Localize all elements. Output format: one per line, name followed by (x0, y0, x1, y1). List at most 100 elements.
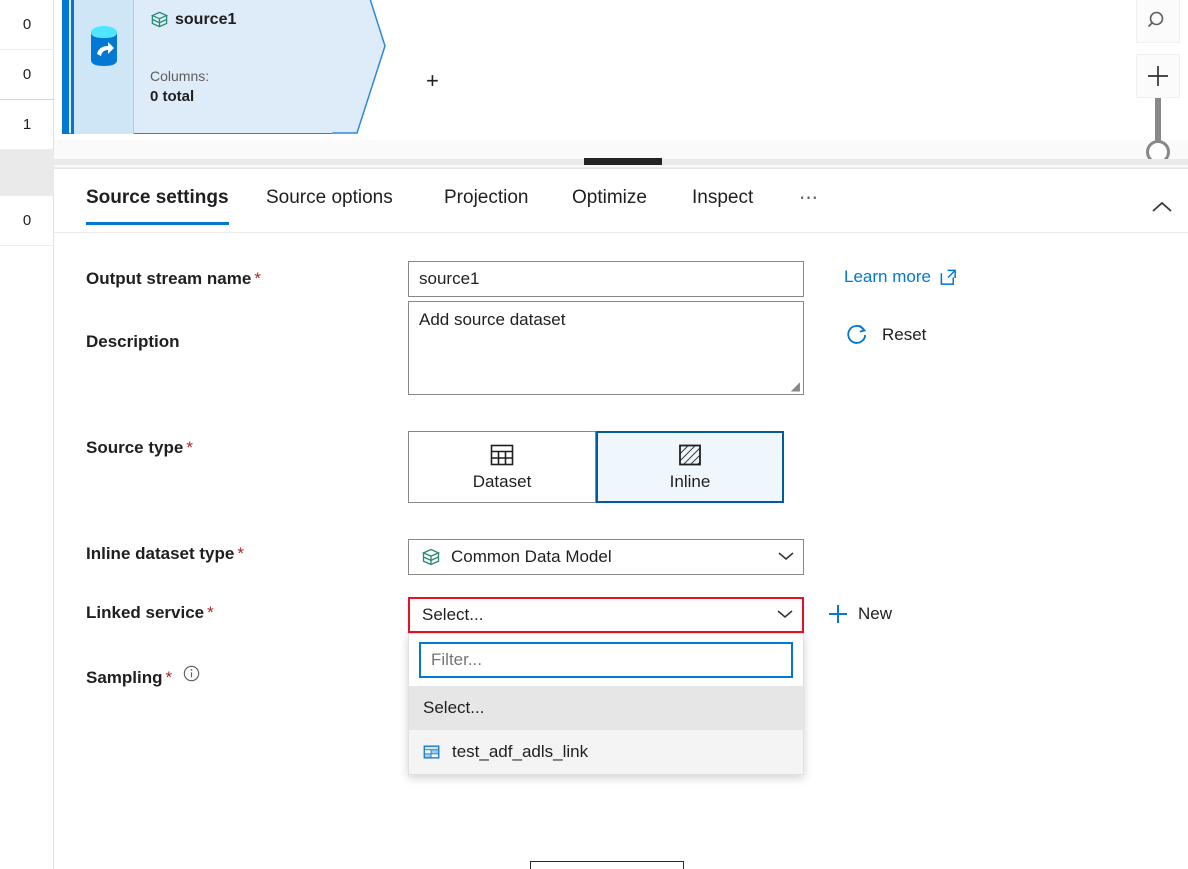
node-columns-value: 0 total (150, 88, 195, 105)
source-settings-form: Output stream name* Learn more Descripti… (54, 233, 1188, 869)
common-data-model-icon (150, 11, 169, 28)
source-type-label: Source type * (86, 438, 193, 458)
new-linked-service-button[interactable]: New (826, 602, 892, 626)
resize-grip-icon[interactable]: ◢ (791, 380, 800, 392)
node-arrow-shape (329, 0, 386, 134)
reset-label: Reset (882, 325, 927, 344)
plus-icon (1148, 66, 1168, 86)
description-label: Description (86, 332, 180, 352)
source-settings-panel: Source settings Source options Projectio… (54, 158, 1188, 869)
learn-more-link[interactable]: Learn more (844, 267, 958, 287)
dropdown-option-test-adf-adls-link[interactable]: test_adf_adls_link (409, 730, 803, 774)
tab-label: Optimize (572, 187, 647, 208)
rail-cell-value: 0 (22, 212, 32, 229)
dropdown-filter-input[interactable] (419, 642, 793, 678)
source-type-option-inline[interactable]: Inline (596, 431, 784, 503)
dataflow-canvas[interactable]: source1 Columns: 0 total + (54, 0, 1188, 168)
canvas-search-button[interactable] (1136, 0, 1180, 43)
chevron-down-icon (777, 547, 795, 567)
tab-label: Projection (444, 187, 529, 208)
node-icon-column (74, 0, 134, 134)
source-type-option-label: Inline (669, 472, 711, 491)
dataflow-source-node[interactable]: source1 Columns: 0 total + (62, 0, 439, 134)
panel-collapse-button[interactable] (1148, 193, 1176, 221)
rail-cell-shaded[interactable] (0, 150, 54, 196)
reset-button[interactable]: Reset (844, 322, 926, 348)
tab-label: Source settings (86, 187, 229, 208)
info-icon[interactable] (183, 665, 200, 687)
required-asterisk: * (186, 438, 193, 457)
canvas-zoom-in-button[interactable] (1136, 54, 1180, 98)
dropdown-option-label: Select... (423, 698, 485, 717)
label-text: Source type (86, 438, 184, 457)
sampling-label: Sampling * (86, 665, 200, 688)
tab-inspect[interactable]: Inspect (692, 187, 753, 225)
dropdown-option-label: test_adf_adls_link (452, 742, 589, 761)
search-icon (1147, 11, 1164, 28)
node-add-button[interactable]: + (426, 70, 439, 92)
linked-service-dropdown[interactable]: Select... (408, 597, 804, 633)
label-text: Description (86, 332, 180, 351)
external-link-icon (940, 269, 956, 285)
inline-hatch-icon (679, 444, 701, 466)
common-data-model-icon (421, 548, 441, 566)
inline-dataset-type-label: Inline dataset type * (86, 544, 244, 564)
node-accent-bar (62, 0, 69, 134)
source-type-toggle-group: Dataset Inline (408, 431, 784, 503)
canvas-zoom-slider-track[interactable] (1155, 98, 1161, 146)
rail-cell (0, 246, 54, 296)
tab-projection[interactable]: Projection (444, 187, 529, 225)
required-asterisk: * (165, 668, 173, 687)
source-type-option-dataset[interactable]: Dataset (408, 431, 596, 503)
dropdown-filter-wrapper (409, 634, 803, 686)
left-rail: 0 0 1 0 (0, 0, 54, 869)
panel-drag-handle[interactable] (584, 158, 662, 165)
app-root: 0 0 1 0 source1 Columns: 0 total + Sourc… (0, 0, 1188, 869)
rail-cell[interactable]: 0 (0, 196, 54, 246)
linked-service-dropdown-panel[interactable]: Select... test_adf_adls_link (408, 633, 804, 775)
chevron-down-icon (776, 605, 794, 625)
tab-source-options[interactable]: Source options (266, 187, 393, 225)
plus-icon (829, 605, 847, 623)
label-text: Linked service (86, 603, 205, 622)
table-icon (490, 444, 514, 466)
tab-source-settings[interactable]: Source settings (86, 187, 229, 225)
description-value: Add source dataset (419, 310, 566, 329)
panel-tabs: Source settings Source options Projectio… (54, 169, 1188, 233)
inline-dataset-type-dropdown[interactable]: Common Data Model (408, 539, 804, 575)
output-stream-name-label: Output stream name * (86, 269, 261, 289)
tab-overflow-button[interactable]: ⋯ (799, 187, 820, 210)
rail-cell[interactable]: 1 (0, 100, 54, 150)
node-title-text: source1 (175, 10, 237, 28)
adls-storage-icon (423, 745, 440, 759)
rail-cell-value: 1 (22, 116, 32, 133)
rail-cell[interactable]: 0 (0, 0, 54, 50)
learn-more-label: Learn more (844, 267, 931, 286)
label-text: Inline dataset type (86, 544, 235, 563)
required-asterisk: * (237, 544, 244, 563)
chevron-up-icon (1152, 201, 1172, 212)
source-type-option-label: Dataset (472, 472, 532, 491)
required-asterisk: * (254, 269, 261, 288)
source-database-icon (90, 26, 117, 66)
label-text: Sampling (86, 668, 163, 687)
description-textarea[interactable]: Add source dataset ◢ (408, 301, 804, 395)
linked-service-value: Select... (422, 605, 484, 624)
output-stream-name-input[interactable] (408, 261, 804, 297)
rail-cell-value: 0 (22, 16, 32, 33)
inline-dataset-type-value: Common Data Model (451, 547, 612, 566)
required-asterisk: * (207, 603, 214, 622)
tab-optimize[interactable]: Optimize (572, 187, 647, 225)
rail-cell-value: 0 (22, 66, 32, 83)
node-title: source1 (150, 10, 236, 29)
dropdown-option-select[interactable]: Select... (409, 686, 803, 730)
new-label: New (858, 604, 893, 623)
node-columns-label: Columns: (150, 68, 210, 84)
linked-service-tooltip: test_adf_adls_link (530, 861, 685, 869)
label-text: Output stream name (86, 269, 252, 288)
rail-cell[interactable]: 0 (0, 50, 54, 100)
linked-service-label: Linked service * (86, 603, 214, 623)
refresh-icon (847, 324, 867, 344)
tab-label: Inspect (692, 187, 754, 208)
tab-label: Source options (266, 187, 393, 208)
